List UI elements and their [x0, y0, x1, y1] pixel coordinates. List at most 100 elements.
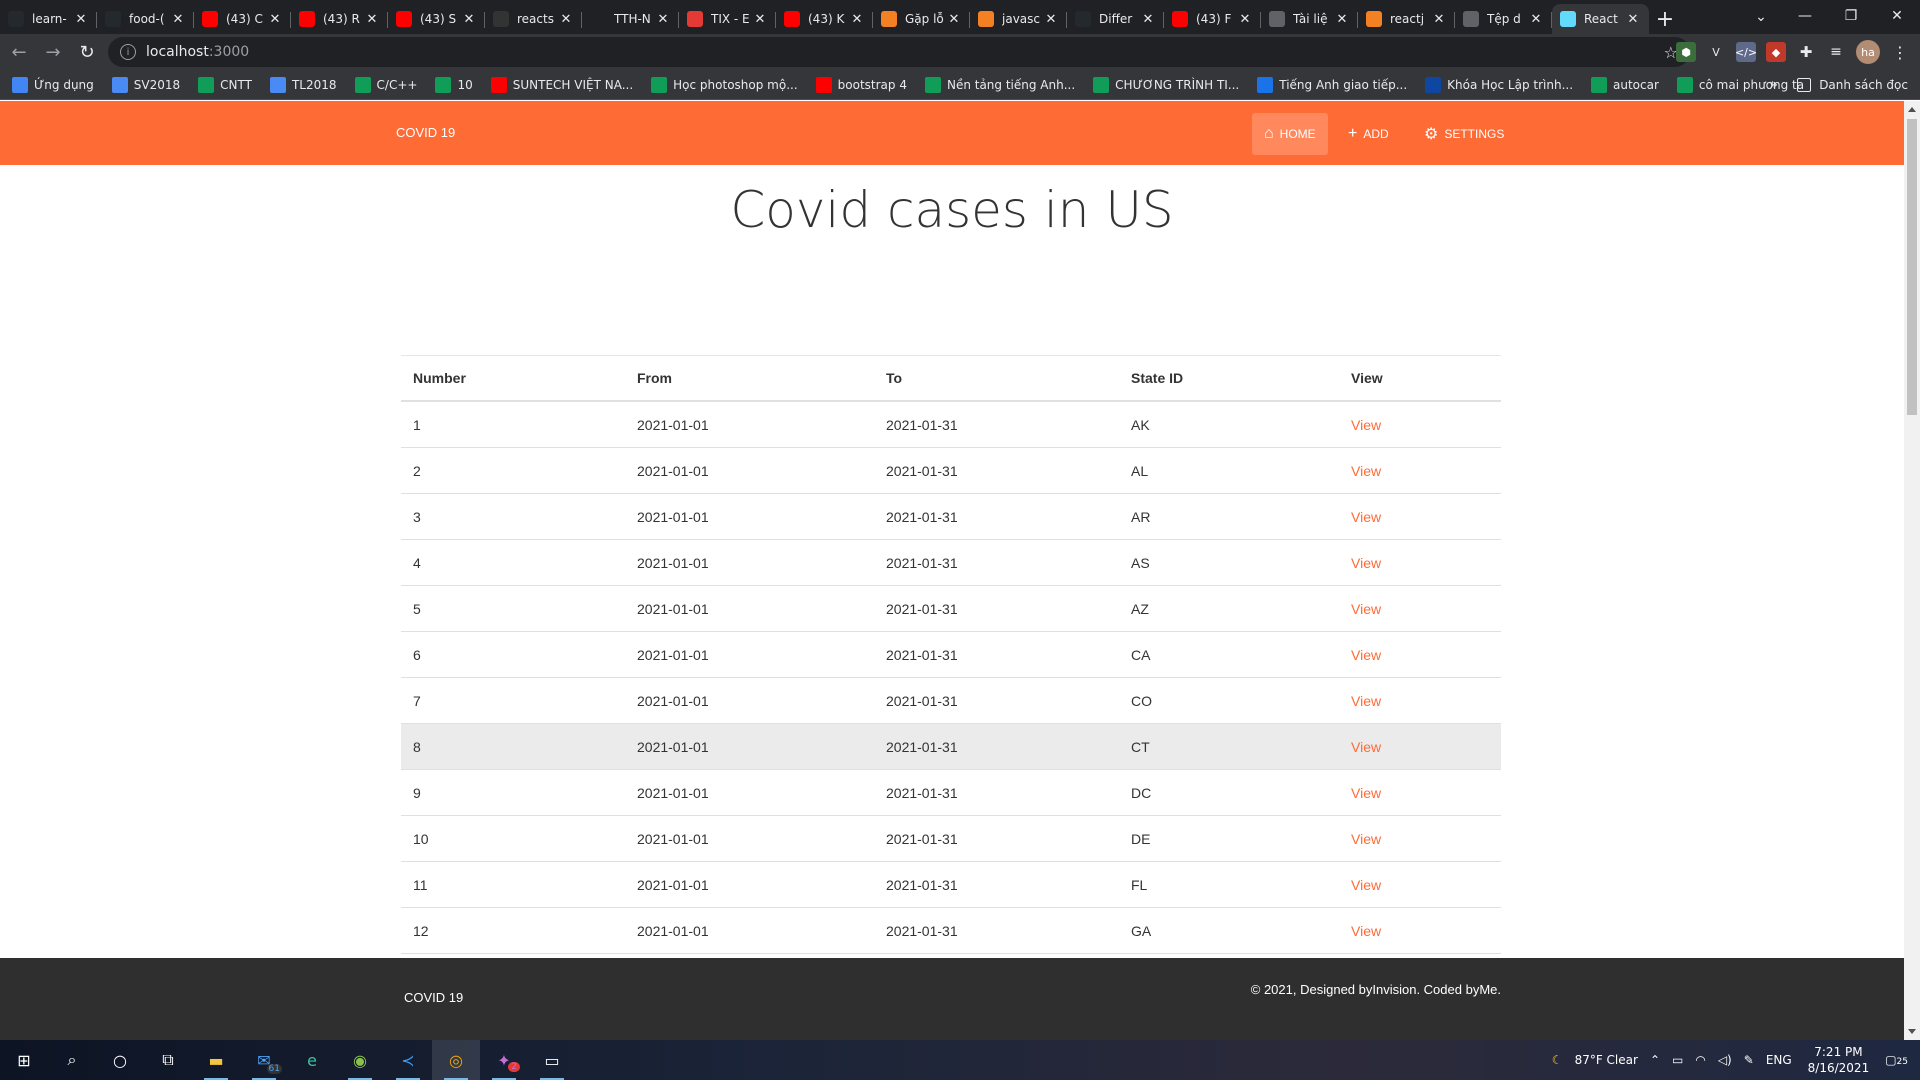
browser-menu-icon[interactable]: ⋮: [1890, 42, 1910, 62]
mail-icon[interactable]: ✉ 61: [240, 1040, 288, 1080]
browser-tab[interactable]: TTH-N ✕: [582, 4, 679, 34]
browser-tab[interactable]: (43) C ✕: [194, 4, 291, 34]
browser-tab[interactable]: Tệp d ✕: [1455, 4, 1552, 34]
task-view-icon[interactable]: ⧉: [144, 1040, 192, 1080]
notifications-icon[interactable]: ▢25: [1885, 1053, 1908, 1067]
windows-start-icon[interactable]: ⊞: [0, 1040, 48, 1080]
tab-close-icon[interactable]: ✕: [1140, 12, 1156, 27]
tab-close-icon[interactable]: ✕: [1528, 12, 1544, 27]
back-icon[interactable]: ←: [4, 37, 34, 67]
browser-tab[interactable]: (43) S ✕: [388, 4, 485, 34]
bookmark-item[interactable]: CHƯƠNG TRÌNH TI...: [1093, 76, 1239, 93]
browser-tab[interactable]: React ✕: [1552, 4, 1649, 34]
bookmark-item[interactable]: autocar: [1591, 76, 1659, 93]
nav-settings[interactable]: ⚙ SETTINGS: [1412, 113, 1516, 155]
tray-chevron-icon[interactable]: ⌃: [1650, 1053, 1660, 1067]
app-green-icon[interactable]: ◉: [336, 1040, 384, 1080]
browser-tab[interactable]: javasc ✕: [970, 4, 1067, 34]
clock[interactable]: 7:21 PM 8/16/2021: [1808, 1044, 1870, 1076]
bookmark-item[interactable]: Tiếng Anh giao tiếp...: [1257, 76, 1407, 93]
reading-list-button[interactable]: Danh sách đọc: [1797, 77, 1908, 92]
tab-close-icon[interactable]: ✕: [752, 12, 768, 27]
close-window-icon[interactable]: ✕: [1874, 0, 1920, 32]
extensions-puzzle-icon[interactable]: ✚: [1796, 42, 1816, 62]
volume-icon[interactable]: ◁): [1718, 1053, 1732, 1067]
browser-tab[interactable]: (43) R ✕: [291, 4, 388, 34]
forward-icon[interactable]: →: [38, 37, 68, 67]
weather-text[interactable]: 87°F Clear: [1575, 1053, 1638, 1067]
view-link[interactable]: View: [1339, 785, 1501, 801]
bookmark-item[interactable]: Ứng dụng: [12, 76, 94, 93]
search-icon[interactable]: ⌕: [48, 1040, 96, 1080]
minimize-icon[interactable]: —: [1782, 0, 1828, 32]
battery-icon[interactable]: ▭: [1672, 1053, 1683, 1067]
tab-close-icon[interactable]: ✕: [1334, 12, 1350, 27]
browser-tab[interactable]: TIX - E ✕: [679, 4, 776, 34]
tab-close-icon[interactable]: ✕: [1431, 12, 1447, 27]
bookmark-item[interactable]: SUNTECH VIỆT NA...: [490, 76, 633, 93]
browser-tab[interactable]: reactj ✕: [1358, 4, 1455, 34]
scroll-down-arrow[interactable]: [1908, 1029, 1916, 1034]
browser-tab[interactable]: (43) F ✕: [1164, 4, 1261, 34]
tab-close-icon[interactable]: ✕: [461, 12, 477, 27]
bookmark-item[interactable]: bootstrap 4: [815, 76, 907, 93]
bookmark-item[interactable]: 10: [435, 76, 473, 93]
language-indicator[interactable]: ENG: [1766, 1053, 1792, 1067]
tab-search-icon[interactable]: ⌄: [1750, 6, 1772, 28]
bookmark-item[interactable]: Nền tảng tiếng Anh...: [924, 76, 1075, 93]
site-info-icon[interactable]: i: [120, 44, 136, 60]
browser-tab[interactable]: Tài liệ ✕: [1261, 4, 1358, 34]
chrome-icon[interactable]: ◎: [432, 1040, 480, 1080]
view-link[interactable]: View: [1339, 463, 1501, 479]
tab-close-icon[interactable]: ✕: [849, 12, 865, 27]
view-link[interactable]: View: [1339, 739, 1501, 755]
bookmark-item[interactable]: SV2018: [111, 76, 180, 93]
tab-close-icon[interactable]: ✕: [73, 12, 89, 27]
view-link[interactable]: View: [1339, 877, 1501, 893]
view-link[interactable]: View: [1339, 693, 1501, 709]
messenger-icon[interactable]: ✦ 2: [480, 1040, 528, 1080]
tab-close-icon[interactable]: ✕: [267, 12, 283, 27]
tab-close-icon[interactable]: ✕: [1043, 12, 1059, 27]
tab-close-icon[interactable]: ✕: [655, 12, 671, 27]
vscode-icon[interactable]: ≺: [384, 1040, 432, 1080]
edge-icon[interactable]: e: [288, 1040, 336, 1080]
address-bar[interactable]: i localhost:3000 ☆: [108, 37, 1690, 67]
bookmark-item[interactable]: Khóa Học Lập trình...: [1425, 76, 1573, 93]
view-link[interactable]: View: [1339, 831, 1501, 847]
extension-code-icon[interactable]: </>: [1735, 42, 1757, 62]
bookmark-item[interactable]: cô mai phương ta: [1676, 76, 1804, 93]
browser-tab[interactable]: Differ ✕: [1067, 4, 1164, 34]
nav-home[interactable]: ⌂ HOME: [1252, 113, 1328, 155]
extension-v-icon[interactable]: V: [1706, 42, 1726, 62]
browser-tab[interactable]: (43) K ✕: [776, 4, 873, 34]
tab-close-icon[interactable]: ✕: [364, 12, 380, 27]
tab-close-icon[interactable]: ✕: [170, 12, 186, 27]
view-link[interactable]: View: [1339, 417, 1501, 433]
tab-close-icon[interactable]: ✕: [946, 12, 962, 27]
tab-close-icon[interactable]: ✕: [1625, 12, 1641, 27]
extension-red-icon[interactable]: ◆: [1766, 42, 1786, 62]
tab-close-icon[interactable]: ✕: [1237, 12, 1253, 27]
view-link[interactable]: View: [1339, 555, 1501, 571]
bookmark-item[interactable]: TL2018: [269, 76, 337, 93]
navbar-brand[interactable]: COVID 19: [396, 125, 455, 140]
view-link[interactable]: View: [1339, 601, 1501, 617]
cortana-icon[interactable]: ○: [96, 1040, 144, 1080]
network-icon[interactable]: ◠: [1695, 1053, 1705, 1067]
tab-close-icon[interactable]: ✕: [558, 12, 574, 27]
view-link[interactable]: View: [1339, 923, 1501, 939]
browser-tab[interactable]: reacts ✕: [485, 4, 582, 34]
browser-tab[interactable]: learn- ✕: [0, 4, 97, 34]
bookmark-item[interactable]: CNTT: [198, 76, 252, 93]
browser-tab[interactable]: food-(✕: [97, 4, 194, 34]
file-explorer-icon[interactable]: ▬: [192, 1040, 240, 1080]
bookmarks-overflow-button[interactable]: »: [1769, 77, 1778, 93]
terminal-icon[interactable]: ▭: [528, 1040, 576, 1080]
bookmark-item[interactable]: Học photoshop mộ...: [651, 76, 798, 93]
view-link[interactable]: View: [1339, 509, 1501, 525]
scroll-up-arrow[interactable]: [1908, 107, 1916, 112]
new-tab-icon[interactable]: +: [1649, 4, 1681, 34]
nav-add[interactable]: + ADD: [1336, 113, 1401, 155]
reload-icon[interactable]: ↻: [72, 37, 102, 67]
